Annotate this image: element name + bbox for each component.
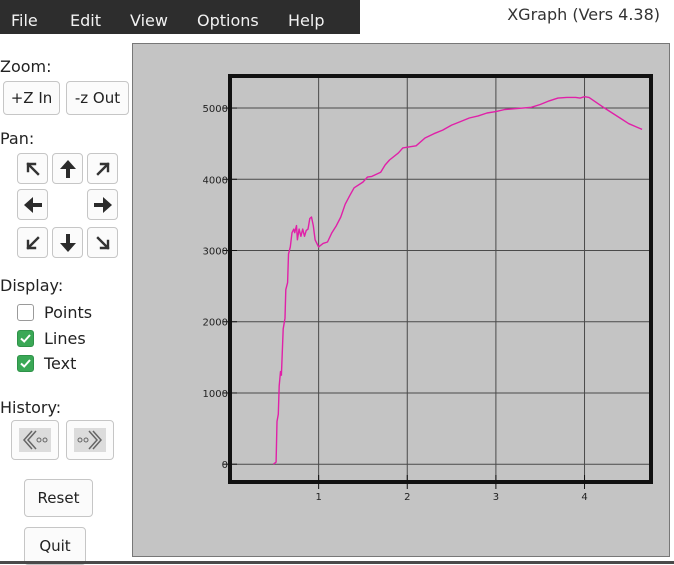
pan-label: Pan: <box>0 129 35 148</box>
text-checkbox[interactable] <box>17 354 34 372</box>
zoom-label: Zoom: <box>0 57 52 76</box>
arrow-up-right-icon <box>95 161 110 176</box>
zoom-out-button[interactable]: -z Out <box>66 81 129 115</box>
pan-up-button[interactable] <box>52 153 83 184</box>
arrow-up-icon <box>59 159 76 178</box>
x-tick-label: 4 <box>581 492 587 503</box>
text-label: Text <box>44 353 77 373</box>
arrow-left-icon <box>23 196 42 213</box>
arrow-up-left-icon <box>25 161 40 176</box>
pan-down-left-button[interactable] <box>17 227 48 258</box>
menu-help[interactable]: Help <box>288 0 324 34</box>
checkmark-icon <box>20 358 31 368</box>
arrow-down-left-icon <box>25 235 40 250</box>
menu-options[interactable]: Options <box>197 0 259 34</box>
pan-up-right-button[interactable] <box>87 153 118 184</box>
checkmark-icon <box>20 333 31 343</box>
pan-up-left-button[interactable] <box>17 153 48 184</box>
display-label: Display: <box>0 276 64 295</box>
points-checkbox[interactable] <box>17 303 34 321</box>
reset-button[interactable]: Reset <box>24 479 93 517</box>
app-title: XGraph (Vers 4.38) <box>507 5 660 24</box>
pan-left-button[interactable] <box>17 189 48 220</box>
y-tick-label: 5000 <box>203 104 228 115</box>
history-back-icon <box>19 428 51 452</box>
zoom-in-button[interactable]: +Z In <box>3 81 60 115</box>
y-tick-label: 2000 <box>203 318 228 329</box>
points-label: Points <box>44 302 93 322</box>
points-checkbox-row[interactable]: Points <box>17 301 92 323</box>
x-tick-label: 1 <box>315 492 321 503</box>
pan-down-button[interactable] <box>52 227 83 258</box>
history-label: History: <box>0 398 62 417</box>
text-checkbox-row[interactable]: Text <box>17 352 76 374</box>
arrow-down-icon <box>59 233 76 252</box>
y-tick-label: 4000 <box>203 175 228 186</box>
menu-edit[interactable]: Edit <box>70 0 101 34</box>
arrow-down-right-icon <box>95 235 110 250</box>
lines-checkbox-row[interactable]: Lines <box>17 327 86 349</box>
arrow-right-icon <box>93 196 112 213</box>
lines-label: Lines <box>44 328 86 348</box>
pan-right-button[interactable] <box>87 189 118 220</box>
lines-checkbox[interactable] <box>17 329 34 347</box>
x-tick-label: 2 <box>404 492 410 503</box>
line-chart[interactable]: 1 2 3 4 0 1000 2000 3000 4000 5000 <box>133 44 669 556</box>
y-tick-label: 3000 <box>203 247 228 258</box>
plot-frame <box>228 74 653 484</box>
history-forward-icon <box>74 428 106 452</box>
quit-button[interactable]: Quit <box>24 527 86 565</box>
history-back-button[interactable] <box>11 420 59 460</box>
pan-down-right-button[interactable] <box>87 227 118 258</box>
y-tick-label: 0 <box>222 460 228 471</box>
data-series-line <box>272 96 643 465</box>
menu-bar: File Edit View Options Help <box>0 0 360 34</box>
menu-file[interactable]: File <box>11 0 38 34</box>
history-forward-button[interactable] <box>66 420 114 460</box>
menu-view[interactable]: View <box>130 0 168 34</box>
y-tick-label: 1000 <box>203 389 228 400</box>
plot-panel[interactable]: 1 2 3 4 0 1000 2000 3000 4000 5000 <box>132 43 670 557</box>
x-tick-label: 3 <box>493 492 499 503</box>
